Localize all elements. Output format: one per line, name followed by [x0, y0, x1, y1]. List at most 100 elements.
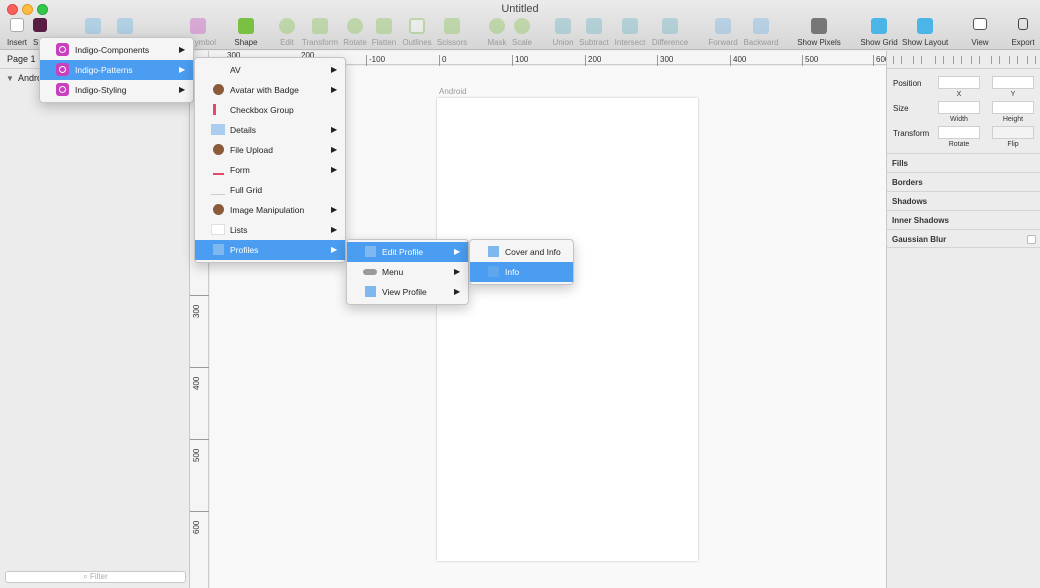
mask-button[interactable]: Mask — [484, 18, 510, 48]
size-label: Size — [893, 104, 909, 113]
menu-item-file-upload[interactable]: File Upload ▶ — [195, 140, 345, 160]
fills-section[interactable]: Fills — [887, 153, 1040, 172]
submenu-arrow-icon: ▶ — [454, 287, 461, 296]
scissors-button[interactable]: Scissors — [435, 18, 469, 48]
menu-item-indigo-patterns[interactable]: Indigo-Patterns ▶ — [40, 60, 193, 80]
profiles-menu: Edit Profile ▶ Menu ▶ View Profile ▶ — [346, 239, 469, 305]
gaussian-blur-section[interactable]: Gaussian Blur — [887, 229, 1040, 248]
rotate-field[interactable] — [938, 126, 980, 139]
scale-button[interactable]: Scale — [509, 18, 535, 48]
info-icon — [488, 266, 499, 277]
transform-icon — [312, 18, 328, 34]
transform-button[interactable]: Transform — [300, 18, 340, 48]
shape-icon — [238, 18, 254, 34]
pixels-icon — [811, 18, 827, 34]
union-button[interactable]: Union — [548, 18, 578, 48]
borders-section[interactable]: Borders — [887, 172, 1040, 191]
page-label: Page 1 — [7, 54, 36, 64]
align-left-edge-icon[interactable] — [935, 56, 944, 64]
file-upload-icon — [213, 144, 224, 155]
submenu-arrow-icon: ▶ — [331, 125, 338, 134]
edit-button[interactable]: Edit — [275, 18, 299, 48]
position-y-field[interactable] — [992, 76, 1034, 89]
menu-item-full-grid[interactable]: Full Grid — [195, 180, 345, 200]
artboard[interactable] — [437, 98, 698, 561]
view-button[interactable]: View — [966, 18, 994, 48]
union-icon — [555, 18, 571, 34]
cover-info-icon — [488, 246, 499, 257]
forward-button[interactable]: Forward — [706, 18, 740, 48]
disclosure-triangle-icon[interactable]: ▼ — [6, 74, 14, 83]
image-manipulation-icon — [213, 204, 224, 215]
inner-shadows-section[interactable]: Inner Shadows — [887, 210, 1040, 229]
submenu-arrow-icon: ▶ — [179, 65, 186, 74]
lists-icon — [211, 224, 225, 235]
artboard-label[interactable]: Android — [439, 87, 467, 96]
menu-item-cover-and-info[interactable]: Cover and Info — [470, 242, 573, 262]
bring-forward-icon — [715, 18, 731, 34]
submenu-arrow-icon: ▶ — [179, 85, 186, 94]
submenu-arrow-icon: ▶ — [179, 45, 186, 54]
menu-item-profiles[interactable]: Profiles ▶ — [195, 240, 345, 260]
menu-item-checkbox-group[interactable]: Checkbox Group — [195, 100, 345, 120]
edit-profile-icon — [365, 246, 376, 257]
blur-checkbox[interactable] — [1027, 235, 1036, 244]
menu-item-indigo-components[interactable]: Indigo-Components ▶ — [40, 40, 193, 60]
profiles-icon — [213, 244, 224, 255]
subtract-button[interactable]: Subtract — [577, 18, 611, 48]
align-middle-icon[interactable] — [1009, 56, 1018, 64]
align-center-icon[interactable] — [953, 56, 962, 64]
show-layout-button[interactable]: Show Layout — [902, 18, 948, 48]
inspector-panel: Position X Y Size Width Height Transform… — [886, 51, 1040, 588]
symbol-library-icon — [56, 43, 69, 56]
details-icon — [211, 124, 225, 135]
form-icon — [213, 164, 224, 175]
shape-button[interactable]: Shape — [230, 18, 262, 48]
layers-panel: Page 1 ▼ Androi ⌕ Filter — [0, 51, 190, 588]
shadows-section[interactable]: Shadows — [887, 191, 1040, 210]
position-x-field[interactable] — [938, 76, 980, 89]
export-button[interactable]: Export — [1008, 18, 1038, 48]
menu-item-details[interactable]: Details ▶ — [195, 120, 345, 140]
menu-item-menu[interactable]: Menu ▶ — [347, 262, 468, 282]
width-field[interactable] — [938, 101, 980, 114]
scissors-icon — [444, 18, 460, 34]
create-symbol-icon — [190, 18, 206, 34]
menu-item-indigo-styling[interactable]: Indigo-Styling ▶ — [40, 80, 193, 100]
show-pixels-button[interactable]: Show Pixels — [796, 18, 842, 48]
intersect-button[interactable]: Intersect — [612, 18, 648, 48]
menu-item-lists[interactable]: Lists ▶ — [195, 220, 345, 240]
filter-input[interactable]: ⌕ Filter — [5, 571, 186, 583]
menu-item-form[interactable]: Form ▶ — [195, 160, 345, 180]
menu-item-image-manipulation[interactable]: Image Manipulation ▶ — [195, 200, 345, 220]
align-bottom-icon[interactable] — [1027, 56, 1036, 64]
menu-item-info[interactable]: Info — [470, 262, 573, 282]
submenu-arrow-icon: ▶ — [454, 247, 461, 256]
rotate-button[interactable]: Rotate — [341, 18, 369, 48]
show-grid-button[interactable]: Show Grid — [859, 18, 899, 48]
submenu-arrow-icon: ▶ — [331, 245, 338, 254]
difference-icon — [662, 18, 678, 34]
menu-item-edit-profile[interactable]: Edit Profile ▶ — [347, 242, 468, 262]
window-title: Untitled — [501, 3, 539, 15]
menu-item-view-profile[interactable]: View Profile ▶ — [347, 282, 468, 302]
backward-button[interactable]: Backward — [742, 18, 780, 48]
align-right-icon[interactable] — [971, 56, 980, 64]
search-icon: ⌕ — [83, 572, 88, 581]
height-field[interactable] — [992, 101, 1034, 114]
ungroup-icon — [117, 18, 133, 34]
flatten-button[interactable]: Flatten — [370, 18, 398, 48]
align-left-icon[interactable] — [893, 56, 902, 64]
grid-icon — [871, 18, 887, 34]
flip-buttons[interactable] — [992, 126, 1034, 139]
menu-item-av[interactable]: AV ▶ — [195, 60, 345, 80]
outlines-button[interactable]: Outlines — [400, 18, 434, 48]
difference-button[interactable]: Difference — [650, 18, 690, 48]
submenu-arrow-icon: ▶ — [331, 145, 338, 154]
align-top-icon[interactable] — [991, 56, 1000, 64]
insert-button[interactable]: Insert — [3, 18, 31, 48]
y-label: Y — [1010, 91, 1016, 98]
mask-icon — [489, 18, 505, 34]
distribute-icon[interactable] — [913, 56, 922, 64]
menu-item-avatar-with-badge[interactable]: Avatar with Badge ▶ — [195, 80, 345, 100]
